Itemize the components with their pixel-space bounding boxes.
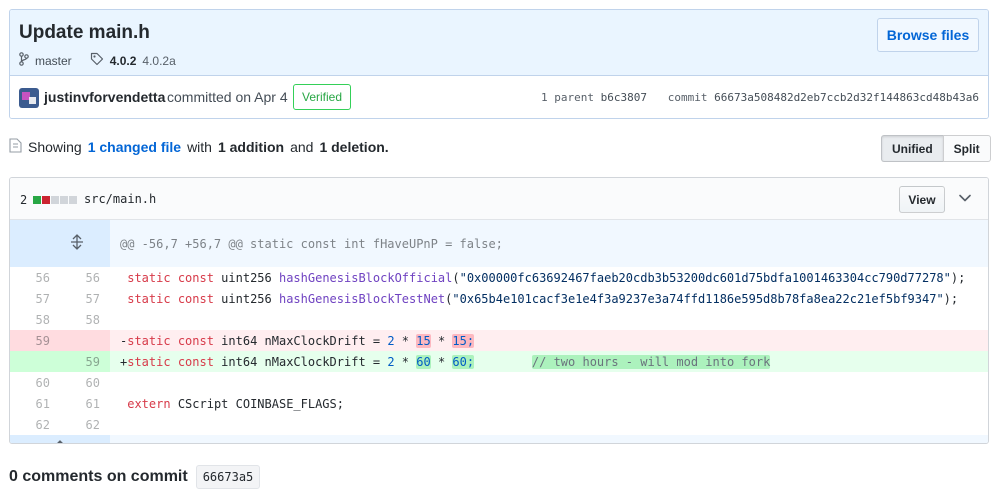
browse-files-button[interactable]: Browse files — [877, 18, 979, 52]
new-line-number[interactable]: 57 — [60, 288, 110, 309]
code-line — [110, 414, 988, 435]
new-line-number[interactable]: 58 — [60, 309, 110, 330]
code-line: static const uint256 hashGenesisBlockOff… — [127, 270, 966, 285]
context-line: 58 58 — [10, 309, 988, 330]
code-line: +static const int64 nMaxClockDrift = 2 *… — [110, 351, 988, 372]
added-line: 59 +static const int64 nMaxClockDrift = 2… — [10, 351, 988, 372]
commit-label: commit — [667, 91, 708, 104]
deletions-count: 1 deletion. — [319, 139, 389, 155]
summary-showing: Showing — [28, 139, 82, 155]
tag-primary[interactable]: 4.0.2 — [110, 54, 137, 68]
code-line — [110, 372, 988, 393]
commit-sha: 66673a508482d2eb7ccb2d32f144863cd48b43a6 — [714, 91, 979, 104]
hunk-footer-spacer — [110, 435, 988, 443]
code-line: -static const int64 nMaxClockDrift = 2 *… — [110, 330, 988, 351]
tag-icon — [90, 52, 104, 69]
context-line: 60 60 — [10, 372, 988, 393]
commit-title-bar: Update main.h master 4.0.2 4.0.2a Browse… — [10, 10, 988, 76]
code-line: extern CScript COINBASE_FLAGS; — [127, 396, 344, 411]
parent-sha-link[interactable]: b6c3807 — [601, 91, 647, 104]
new-line-number[interactable]: 62 — [60, 414, 110, 435]
hunk-footer-row — [10, 435, 988, 443]
parent-info: 1 parent b6c3807 — [541, 91, 647, 104]
hunk-header: @@ -56,7 +56,7 @@ static const int fHave… — [110, 220, 988, 267]
expand-up-icon[interactable] — [10, 220, 110, 267]
file-diff-icon — [9, 138, 22, 156]
new-line-number[interactable]: 60 — [60, 372, 110, 393]
author-name[interactable]: justinvforvendetta — [44, 89, 165, 105]
comments-title: 0 comments on commit — [9, 468, 188, 485]
view-file-button[interactable]: View — [899, 186, 945, 213]
parent-label: 1 parent — [541, 91, 594, 104]
diffstat-neutral-block — [60, 196, 69, 204]
split-view-button[interactable]: Split — [942, 135, 991, 162]
expand-down-icon[interactable] — [10, 435, 110, 443]
file-path-link[interactable]: src/main.h — [84, 192, 156, 206]
chevron-down-icon[interactable] — [956, 189, 974, 207]
tag-secondary[interactable]: 4.0.2a — [142, 54, 175, 68]
diff-table: @@ -56,7 +56,7 @@ static const int fHave… — [10, 220, 988, 443]
old-line-number[interactable]: 58 — [10, 309, 60, 330]
code-line: static const uint256 hashGenesisBlockTes… — [127, 291, 959, 306]
new-line-number[interactable]: 59 — [60, 351, 110, 372]
hunk-header-row: @@ -56,7 +56,7 @@ static const int fHave… — [10, 220, 988, 267]
summary-with: with — [187, 139, 212, 155]
diff-summary: Showing 1 changed file with 1 addition a… — [9, 138, 389, 156]
old-line-number[interactable] — [10, 351, 60, 372]
new-line-number[interactable] — [60, 330, 110, 351]
diffstat-neutral-block — [51, 196, 60, 204]
diffstat: 2 — [20, 193, 78, 207]
old-line-number[interactable]: 62 — [10, 414, 60, 435]
old-line-number[interactable]: 61 — [10, 393, 60, 414]
commit-sha-info: commit 66673a508482d2eb7ccb2d32f144863cd… — [668, 91, 979, 104]
file-diff: 2 src/main.h View @@ -56,7 +56,7 @@ stat… — [9, 177, 989, 444]
deleted-line: 59 -static const int64 nMaxClockDrift = 2… — [10, 330, 988, 351]
diffstat-neutral-block — [69, 196, 78, 204]
context-line: 56 56 static const uint256 hashGenesisBlo… — [10, 267, 988, 288]
old-line-number[interactable]: 56 — [10, 267, 60, 288]
context-line: 61 61 extern CScript COINBASE_FLAGS; — [10, 393, 988, 414]
branch-name[interactable]: master — [35, 54, 72, 68]
author-avatar[interactable] — [19, 88, 39, 108]
unified-view-button[interactable]: Unified — [881, 135, 944, 162]
old-line-number[interactable]: 60 — [10, 372, 60, 393]
additions-count: 1 addition — [217, 139, 285, 155]
context-line: 57 57 static const uint256 hashGenesisBlo… — [10, 288, 988, 309]
change-count: 2 — [20, 193, 28, 207]
summary-and: and — [290, 139, 314, 155]
context-line: 62 62 — [10, 414, 988, 435]
commit-title: Update main.h — [19, 22, 150, 43]
comments-commit-sha: 66673a5 — [195, 465, 261, 489]
code-line — [110, 309, 988, 330]
diffstat-deleted-block — [42, 196, 51, 204]
old-line-number[interactable]: 57 — [10, 288, 60, 309]
verified-badge[interactable]: Verified — [293, 84, 352, 110]
changed-files-link[interactable]: 1 changed file — [88, 139, 181, 155]
commit-header: Update main.h master 4.0.2 4.0.2a Browse… — [9, 9, 989, 119]
new-line-number[interactable]: 61 — [60, 393, 110, 414]
branch-icon — [19, 52, 29, 69]
file-header: 2 src/main.h View — [10, 178, 988, 220]
diff-view-toggle: Unified Split — [881, 135, 991, 162]
comments-header: 0 comments on commit 66673a5 — [9, 465, 261, 489]
commit-date: committed on Apr 4 — [167, 89, 288, 105]
diffstat-added-block — [33, 196, 42, 204]
old-line-number[interactable]: 59 — [10, 330, 60, 351]
commit-refs: master 4.0.2 4.0.2a — [19, 52, 176, 69]
new-line-number[interactable]: 56 — [60, 267, 110, 288]
commit-meta: justinvforvendetta committed on Apr 4 Ve… — [10, 76, 988, 118]
